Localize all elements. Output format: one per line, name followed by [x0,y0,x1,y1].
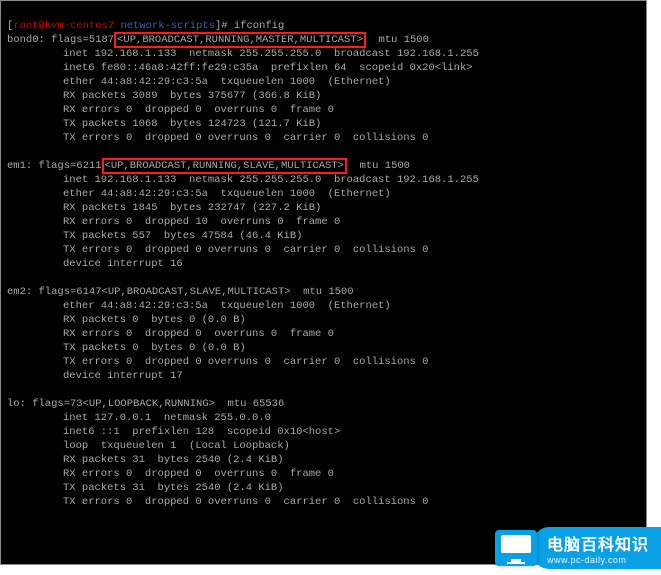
bond0-line: ether 44:a8:42:29:c3:5a txqueuelen 1000 … [63,76,391,88]
em1-line: RX packets 1845 bytes 232747 (227.2 KiB) [63,202,321,214]
bond0-line: RX packets 3089 bytes 375677 (366.8 KiB) [63,90,321,102]
em2-line: RX packets 0 bytes 0 (0.0 B) [63,314,246,326]
highlight-box-em1-flags: <UP,BROADCAST,RUNNING,SLAVE,MULTICAST> [102,158,347,174]
watermark-text: 电脑百科知识 www.pc-daily.com [533,527,661,569]
em1-line: inet 192.168.1.133 netmask 255.255.255.0… [63,174,479,186]
iface-lo-header: lo: flags=73<UP,LOOPBACK,RUNNING> mtu 65… [7,398,284,410]
command-text: ifconfig [234,20,284,32]
em1-line: TX errors 0 dropped 0 overruns 0 carrier… [63,244,428,256]
em2-line: device interrupt 17 [63,370,183,382]
em2-line: RX errors 0 dropped 0 overruns 0 frame 0 [63,328,334,340]
monitor-icon [495,530,537,566]
bond0-line: inet 192.168.1.133 netmask 255.255.255.0… [63,48,479,60]
lo-line: inet 127.0.0.1 netmask 255.0.0.0 [63,412,271,424]
iface-em1-header: em1: flags=6211<UP,BROADCAST,RUNNING,SLA… [7,160,410,172]
lo-line: inet6 ::1 prefixlen 128 scopeid 0x10<hos… [63,426,340,438]
iface-em2-header: em2: flags=6147<UP,BROADCAST,SLAVE,MULTI… [7,286,354,298]
bond0-line: inet6 fe80::46a8:42ff:fe29:c35a prefixle… [63,62,473,74]
bond0-line: RX errors 0 dropped 0 overruns 0 frame 0 [63,104,334,116]
em1-line: device interrupt 16 [63,258,183,270]
lo-line: loop txqueuelen 1 (Local Loopback) [63,440,290,452]
em2-line: TX packets 0 bytes 0 (0.0 B) [63,342,246,354]
em1-line: TX packets 557 bytes 47584 (46.4 KiB) [63,230,302,242]
bond0-line: TX packets 1068 bytes 124723 (121.7 KiB) [63,118,321,130]
lo-line: RX errors 0 dropped 0 overruns 0 frame 0 [63,468,334,480]
em2-line: ether 44:a8:42:29:c3:5a txqueuelen 1000 … [63,300,391,312]
lo-line: TX packets 31 bytes 2540 (2.4 KiB) [63,482,284,494]
watermark-badge: 电脑百科知识 www.pc-daily.com [495,527,661,569]
lo-line: TX errors 0 dropped 0 overruns 0 carrier… [63,496,428,508]
bond0-line: TX errors 0 dropped 0 overruns 0 carrier… [63,132,428,144]
em2-line: TX errors 0 dropped 0 overruns 0 carrier… [63,356,428,368]
highlight-box-bond0-flags: <UP,BROADCAST,RUNNING,MASTER,MULTICAST> [114,32,366,48]
lo-line: RX packets 31 bytes 2540 (2.4 KiB) [63,454,284,466]
terminal-output: [root@kvm-centos7 network-scripts]# ifco… [0,0,647,565]
em1-line: RX errors 0 dropped 10 overruns 0 frame … [63,216,340,228]
iface-bond0-header: bond0: flags=5187<UP,BROADCAST,RUNNING,M… [7,34,429,46]
shell-prompt: [root@kvm-centos7 network-scripts]# [7,20,234,32]
em1-line: ether 44:a8:42:29:c3:5a txqueuelen 1000 … [63,188,391,200]
